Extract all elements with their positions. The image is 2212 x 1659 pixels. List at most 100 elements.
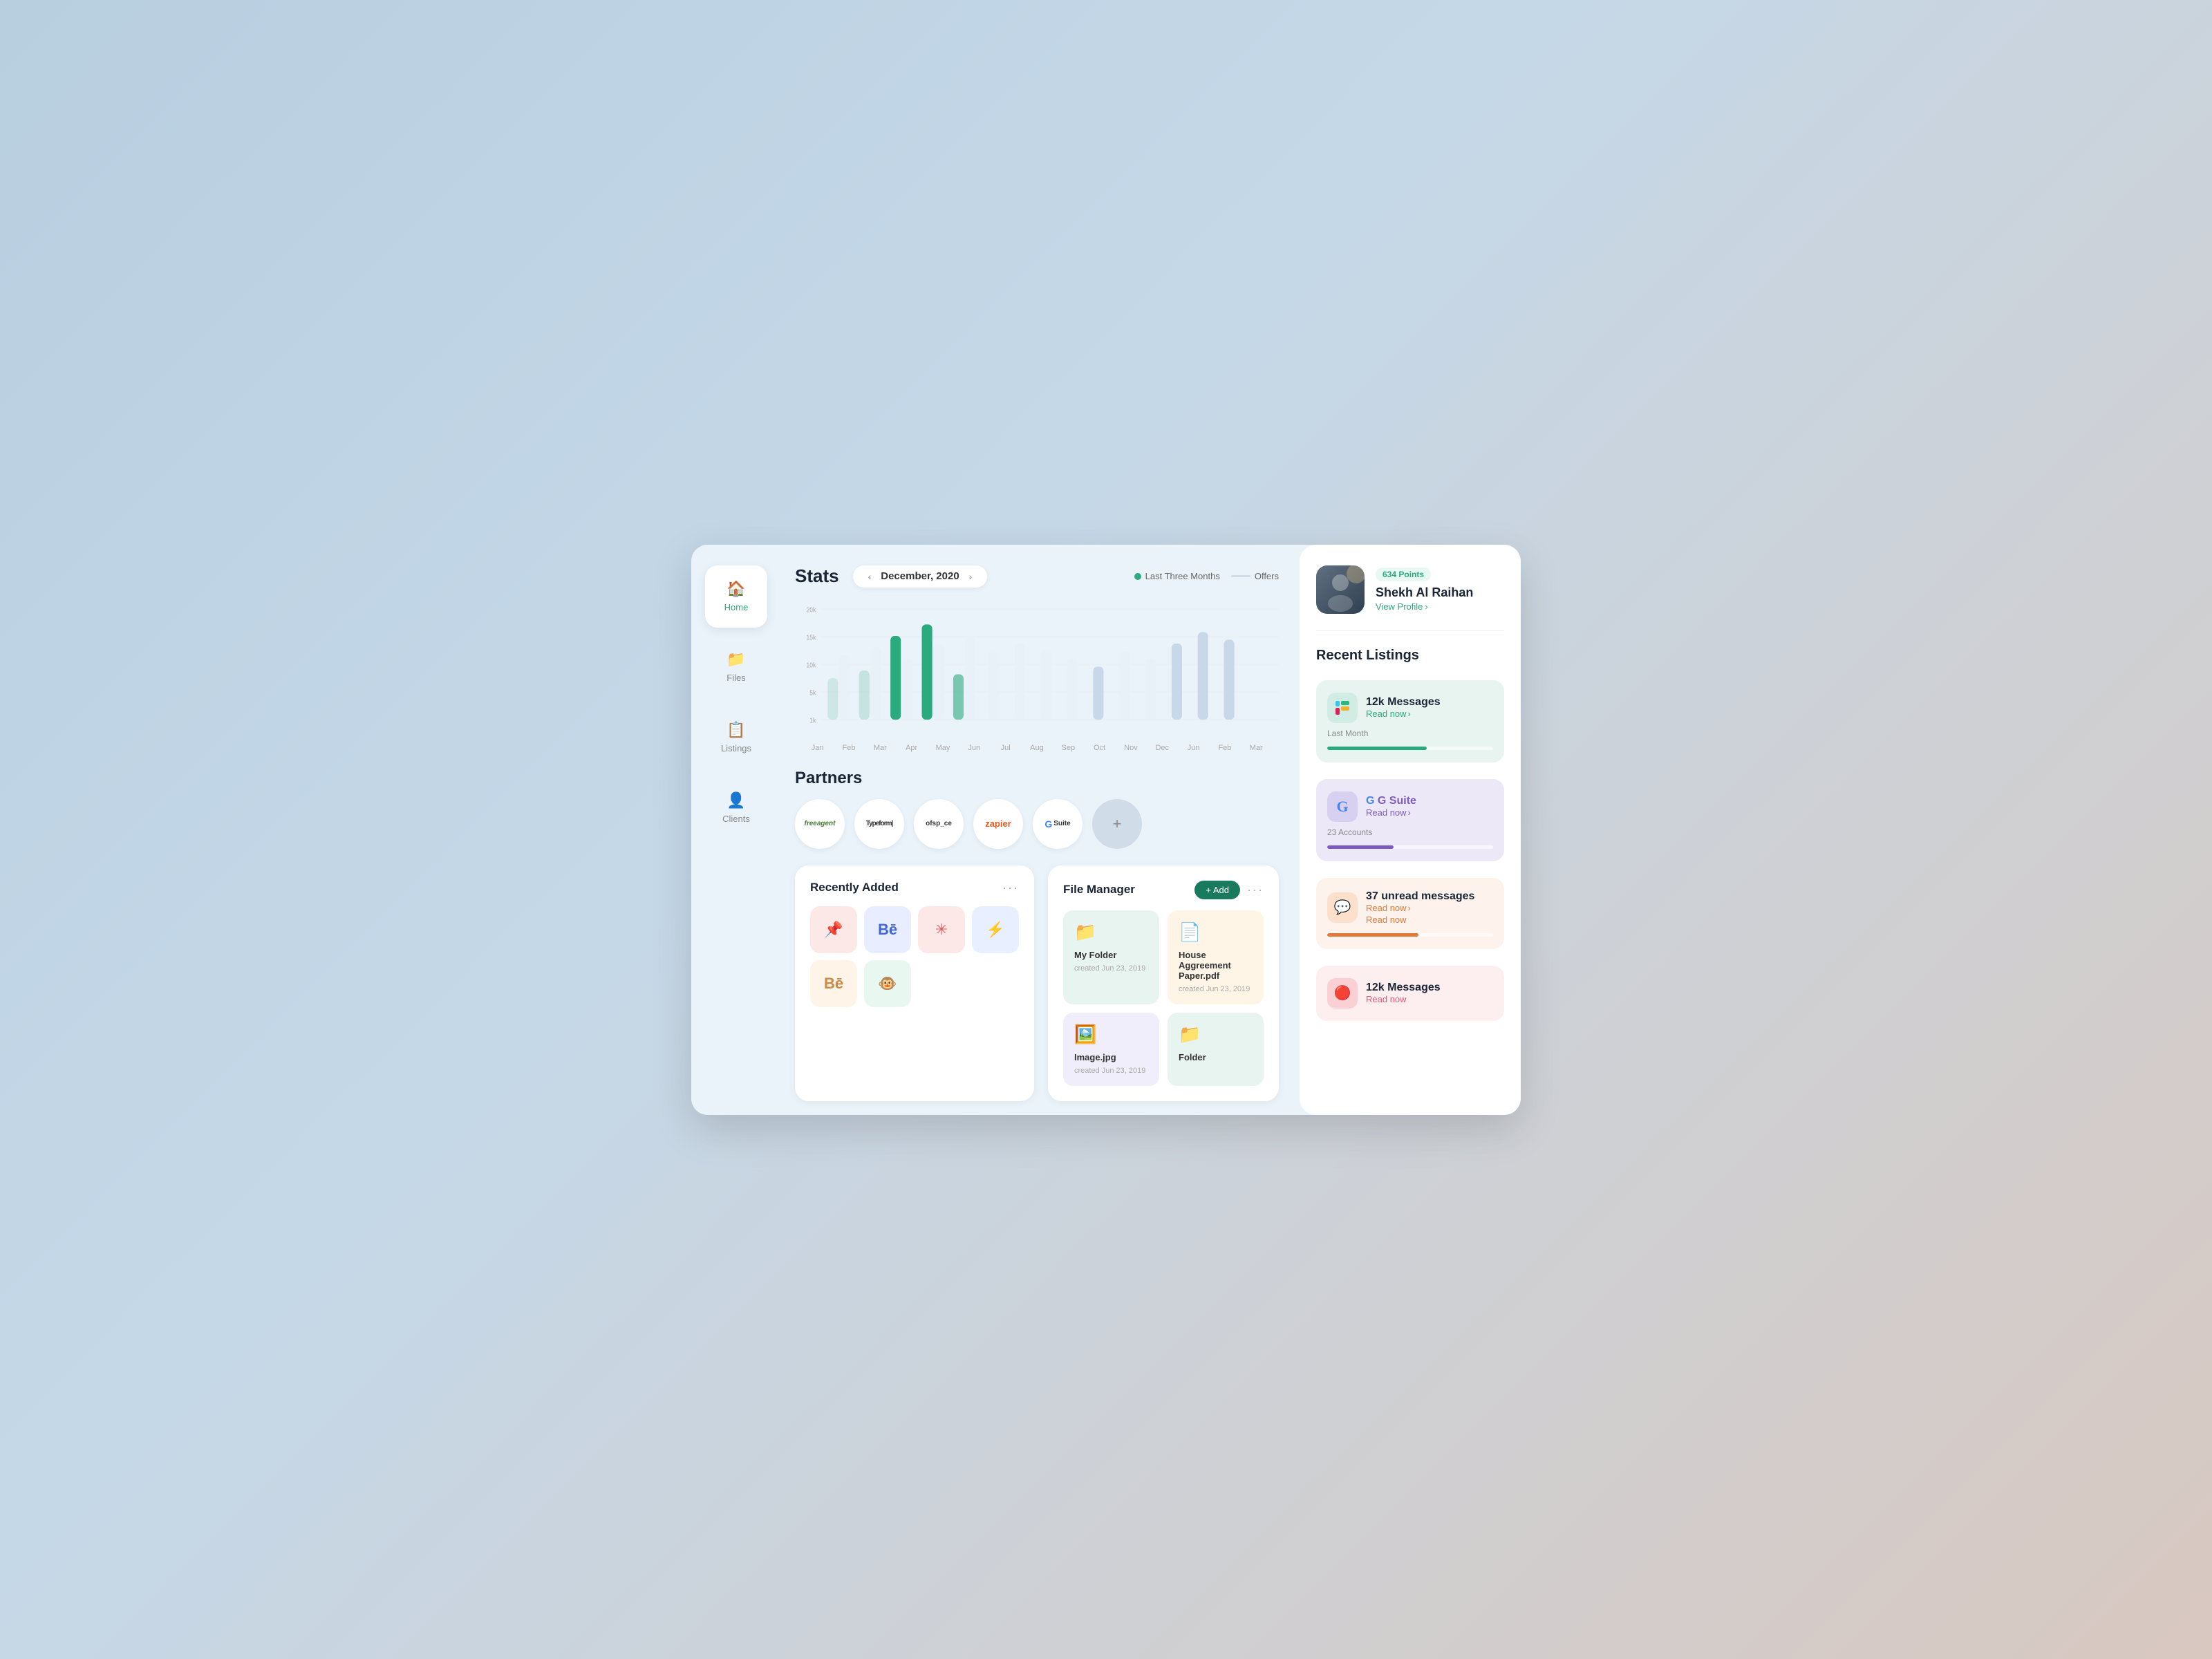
listing-name-3: 37 unread messages xyxy=(1366,890,1493,903)
legend-offers: Offers xyxy=(1231,571,1279,581)
folder-icon-1: 📁 xyxy=(1074,921,1148,943)
profile-section: 634 Points Shekh Al Raihan View Profile … xyxy=(1316,565,1504,614)
stats-header: Stats ‹ December, 2020 › Last Three Mont… xyxy=(795,565,1279,588)
listing-action-label-3: Read now xyxy=(1366,903,1407,913)
date-display: December, 2020 xyxy=(881,570,959,582)
app-zendesk[interactable]: ⚡ xyxy=(972,906,1019,953)
file-add-button[interactable]: + Add xyxy=(1194,881,1240,899)
svg-text:1k: 1k xyxy=(809,716,816,724)
recently-added-title: Recently Added xyxy=(810,881,899,894)
listing-info-3: 37 unread messages Read now › Read now xyxy=(1366,890,1493,925)
listing-card-messages[interactable]: 12k Messages Read now › Last Month xyxy=(1316,680,1504,762)
file-date-2: created Jun 23, 2019 xyxy=(1179,985,1253,993)
legend-dash-offers xyxy=(1231,575,1250,577)
notarize-icon: ✳ xyxy=(935,921,948,939)
listing-action-1[interactable]: Read now › xyxy=(1366,709,1493,719)
month-label-jun2: Jun xyxy=(1178,744,1209,752)
file-card-agreement[interactable]: 📄 House Aggreement Paper.pdf created Jun… xyxy=(1168,910,1264,1004)
sidebar-label-clients: Clients xyxy=(722,814,750,824)
app-foursquare[interactable]: 📌 xyxy=(810,906,857,953)
app-behance2[interactable]: Bē xyxy=(810,960,857,1007)
avatar xyxy=(1316,565,1365,614)
date-navigator: ‹ December, 2020 › xyxy=(853,565,988,588)
sidebar: 🏠 Home 📁 Files 📋 Listings 👤 Clients xyxy=(691,545,781,1115)
sidebar-item-files[interactable]: 📁 Files xyxy=(705,636,767,698)
profile-name: Shekh Al Raihan xyxy=(1376,585,1504,600)
view-profile-link[interactable]: View Profile › xyxy=(1376,601,1504,612)
progress-bar-1 xyxy=(1327,747,1493,750)
behance-icon: Bē xyxy=(878,921,897,939)
file-manager-more-button[interactable]: ··· xyxy=(1247,883,1264,897)
month-label-jan: Jan xyxy=(802,744,833,752)
partner-zapier[interactable]: zapier xyxy=(973,799,1023,849)
listing-header-3: 💬 37 unread messages Read now › Read now xyxy=(1327,890,1493,925)
month-label-mar: Mar xyxy=(865,744,896,752)
listing-card-gsuite[interactable]: G G G Suite Read now › 23 Accounts xyxy=(1316,779,1504,861)
month-label-oct: Oct xyxy=(1084,744,1115,752)
partner-ofspace[interactable]: ofsp_ce xyxy=(914,799,964,849)
progress-fill-3 xyxy=(1327,933,1418,937)
listing-action-3b[interactable]: Read now xyxy=(1366,915,1493,925)
image-icon: 🖼️ xyxy=(1074,1024,1148,1045)
mailchimp-icon: 🐵 xyxy=(878,975,897,993)
month-label-mar2: Mar xyxy=(1241,744,1272,752)
listing-header-1: 12k Messages Read now › xyxy=(1327,693,1493,723)
app-grid: 📌 Bē ✳ ⚡ Bē 🐵 xyxy=(810,906,1019,1007)
month-label-aug: Aug xyxy=(1021,744,1052,752)
listing-card-unread[interactable]: 💬 37 unread messages Read now › Read now xyxy=(1316,878,1504,949)
listing-action2-label-3: Read now xyxy=(1366,915,1407,925)
listing-info-2: G G Suite Read now › xyxy=(1366,795,1493,818)
svg-text:10k: 10k xyxy=(807,661,816,668)
profile-info: 634 Points Shekh Al Raihan View Profile … xyxy=(1376,568,1504,612)
recently-added-more-button[interactable]: ··· xyxy=(1002,881,1019,895)
app-container: 🏠 Home 📁 Files 📋 Listings 👤 Clients Stat… xyxy=(691,545,1521,1115)
app-notarize[interactable]: ✳ xyxy=(918,906,965,953)
sidebar-item-clients[interactable]: 👤 Clients xyxy=(705,777,767,839)
month-label-feb: Feb xyxy=(833,744,864,752)
listing-info-4: 12k Messages Read now xyxy=(1366,982,1493,1004)
listing-sub-2: 23 Accounts xyxy=(1327,827,1493,837)
listing-name-4: 12k Messages xyxy=(1366,982,1493,994)
app-behance[interactable]: Bē xyxy=(864,906,911,953)
legend-dot-green xyxy=(1134,573,1141,580)
month-label-sep: Sep xyxy=(1053,744,1084,752)
sidebar-item-listings[interactable]: 📋 Listings xyxy=(705,706,767,769)
sidebar-item-home[interactable]: 🏠 Home xyxy=(705,565,767,628)
listing-header-2: G G G Suite Read now › xyxy=(1327,791,1493,822)
progress-bar-2 xyxy=(1327,845,1493,849)
date-prev-button[interactable]: ‹ xyxy=(864,570,876,583)
file-grid: 📁 My Folder created Jun 23, 2019 📄 House… xyxy=(1063,910,1264,1086)
chart-legend: Last Three Months Offers xyxy=(1134,571,1279,581)
sidebar-label-files: Files xyxy=(727,673,745,683)
file-card-image[interactable]: 🖼️ Image.jpg created Jun 23, 2019 xyxy=(1063,1013,1159,1086)
app-mailchimp[interactable]: 🐵 xyxy=(864,960,911,1007)
bottom-row: Recently Added ··· 📌 Bē ✳ ⚡ xyxy=(795,865,1279,1101)
home-icon: 🏠 xyxy=(727,580,745,598)
chevron-right-icon-3: › xyxy=(1408,903,1411,913)
chevron-right-icon-2: › xyxy=(1408,807,1411,818)
svg-text:20k: 20k xyxy=(807,606,816,613)
progress-fill-2 xyxy=(1327,845,1394,849)
sidebar-label-home: Home xyxy=(724,602,749,612)
partner-typeform[interactable]: Typeform| xyxy=(854,799,904,849)
file-card-folder2[interactable]: 📁 Folder xyxy=(1168,1013,1264,1086)
listing-action-3[interactable]: Read now › xyxy=(1366,903,1493,913)
partner-gsuite[interactable]: GSuite xyxy=(1033,799,1082,849)
behance2-icon: Bē xyxy=(824,975,843,993)
listing-action-2[interactable]: Read now › xyxy=(1366,807,1493,818)
month-label-nov: Nov xyxy=(1115,744,1146,752)
date-next-button[interactable]: › xyxy=(965,570,977,583)
partners-title: Partners xyxy=(795,769,1279,788)
listing-card-messages2[interactable]: 🔴 12k Messages Read now xyxy=(1316,966,1504,1021)
progress-bar-3 xyxy=(1327,933,1493,937)
partner-add-button[interactable]: + xyxy=(1092,799,1142,849)
legend-label-offers: Offers xyxy=(1255,571,1279,581)
foursquare-icon: 📌 xyxy=(824,921,843,939)
file-card-myfolder[interactable]: 📁 My Folder created Jun 23, 2019 xyxy=(1063,910,1159,1004)
files-icon: 📁 xyxy=(727,650,745,668)
file-name-2: House Aggreement Paper.pdf xyxy=(1179,950,1253,981)
listing-name-1: 12k Messages xyxy=(1366,696,1493,709)
partner-freeagent[interactable]: freeagent xyxy=(795,799,845,849)
month-label-jul: Jul xyxy=(990,744,1021,752)
listing-action-4[interactable]: Read now xyxy=(1366,994,1493,1004)
